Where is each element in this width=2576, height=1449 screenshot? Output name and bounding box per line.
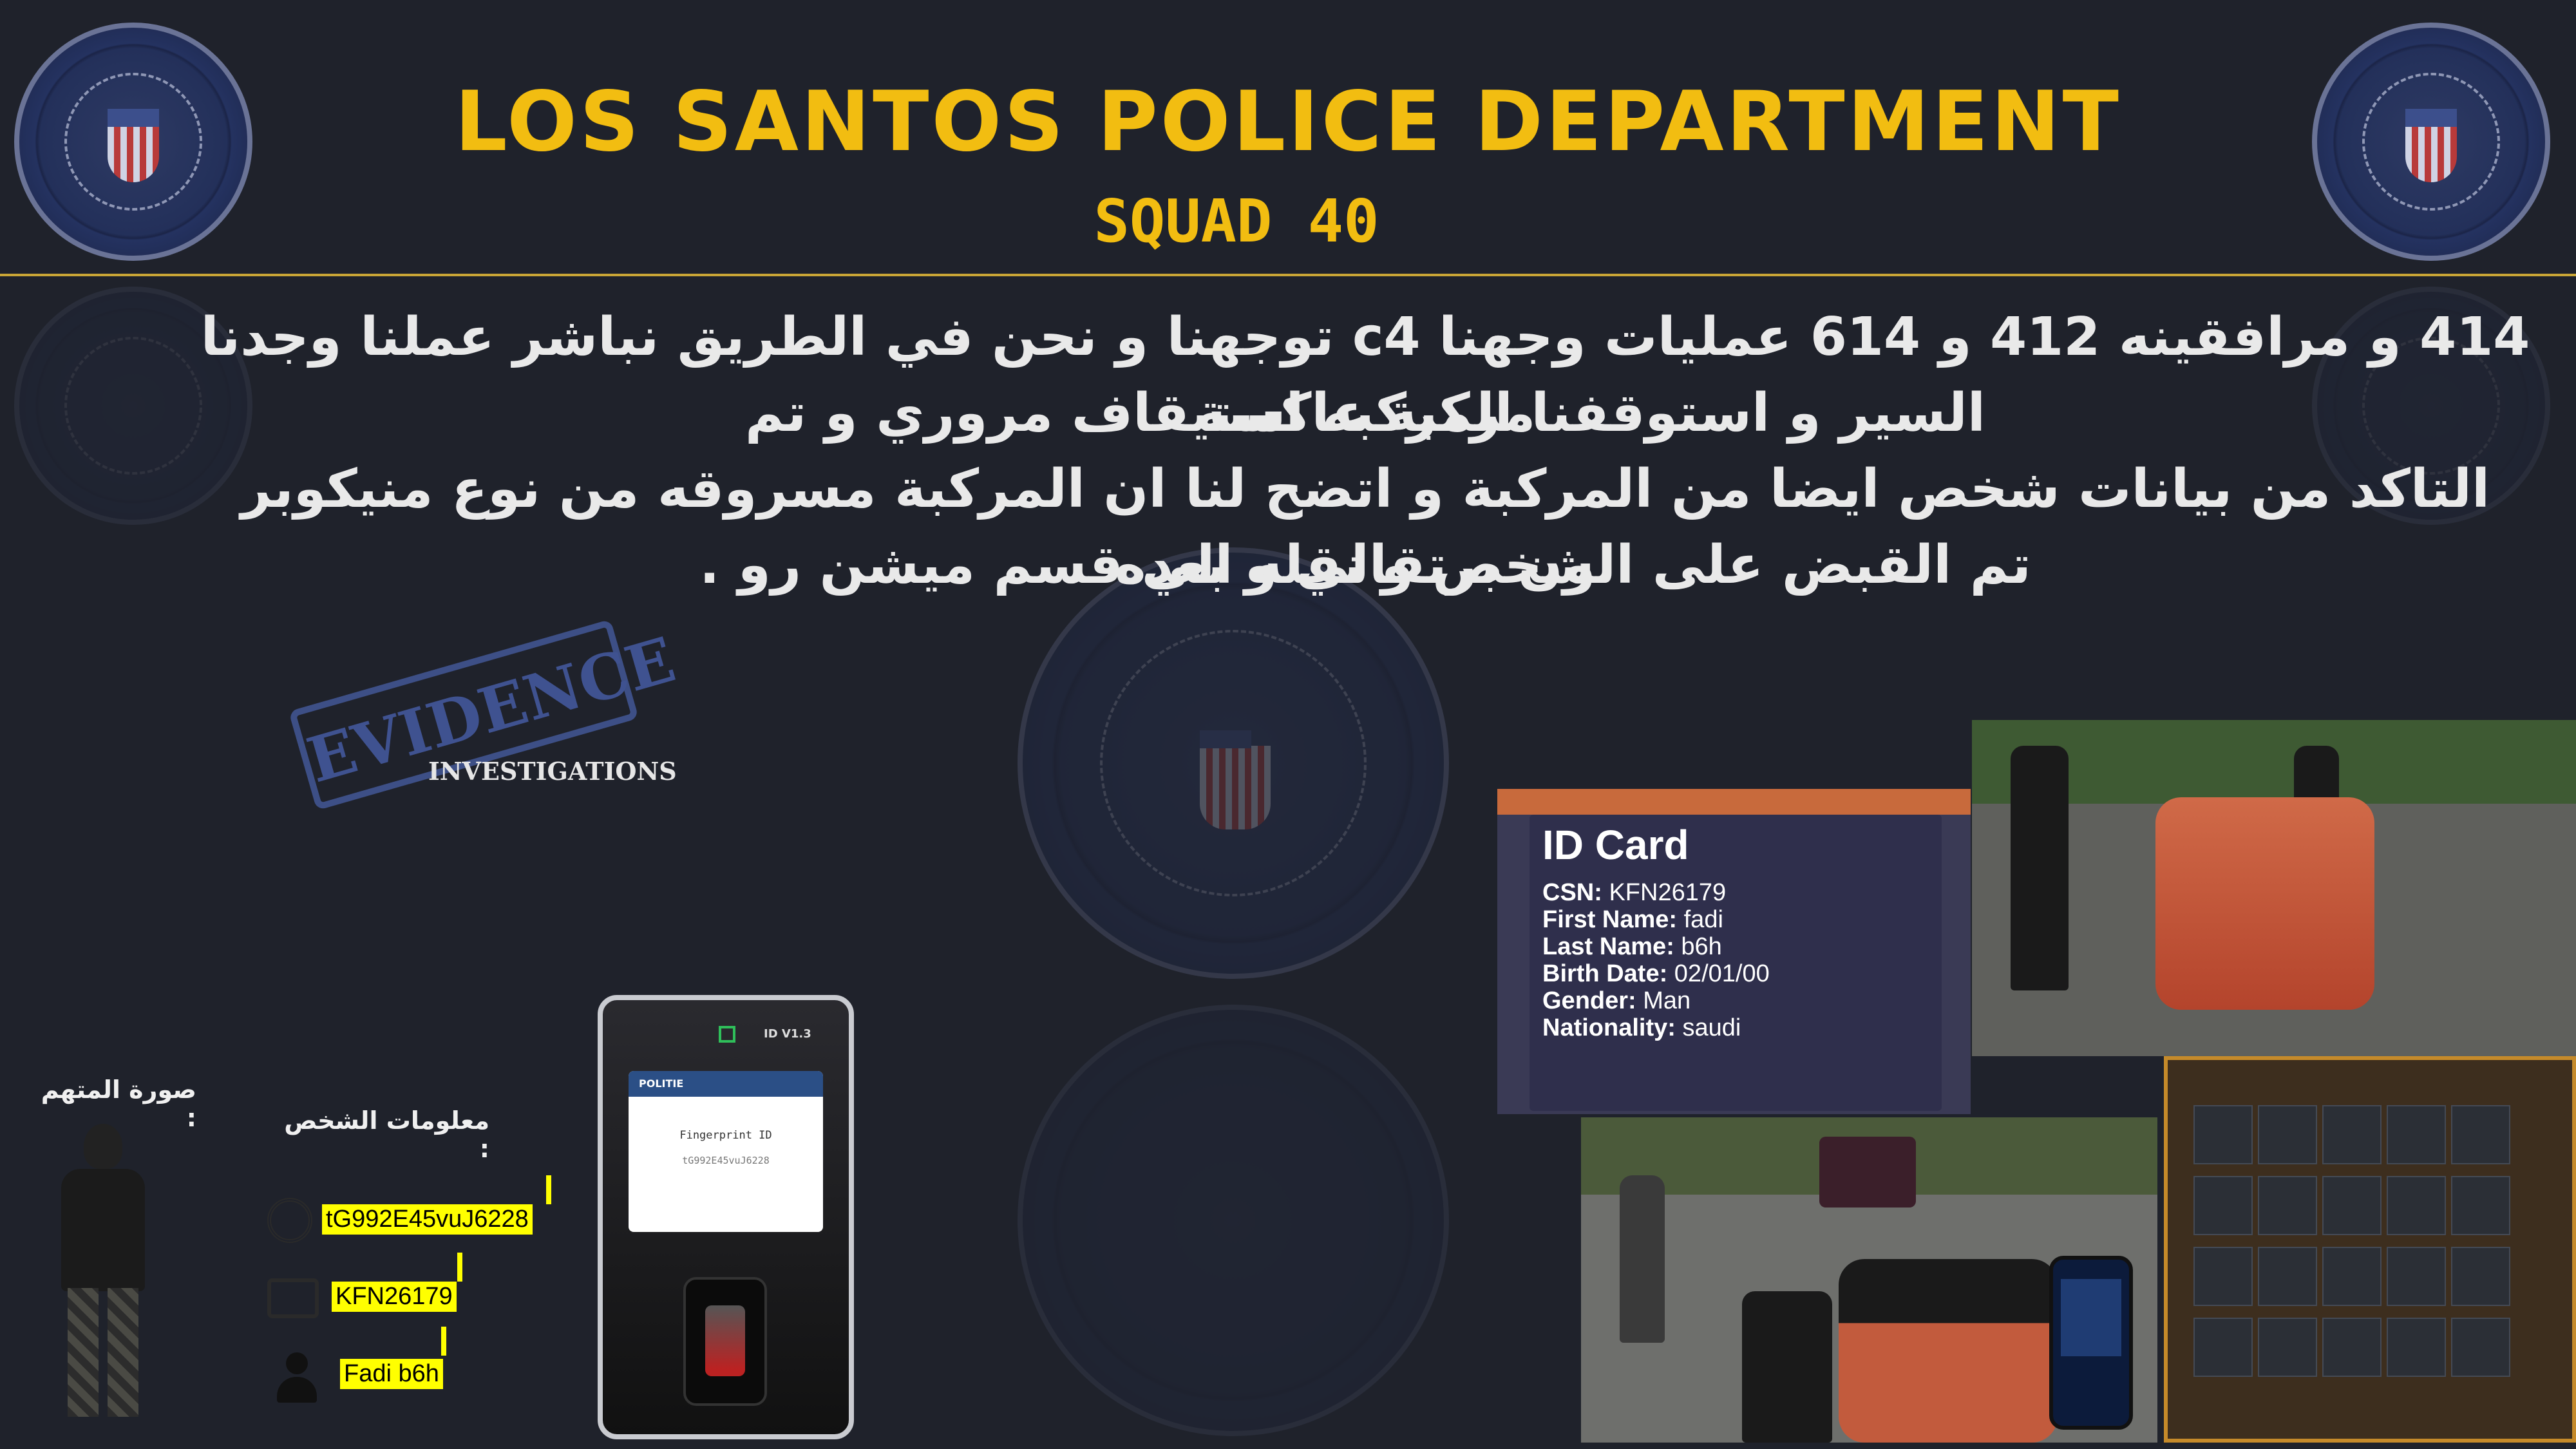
fingerprint-value: tG992E45vuJ6228: [322, 1204, 533, 1235]
id-card-value: 02/01/00: [1674, 960, 1770, 987]
id-card-value: saudi: [1682, 1014, 1741, 1041]
scanner-status-led: [719, 1026, 735, 1043]
name-tag-pointer: [441, 1327, 446, 1356]
page-subtitle: SQUAD 40: [1094, 187, 1379, 256]
watermark-seal-reflection: [1018, 1005, 1449, 1436]
inventory-screenshot: [2164, 1056, 2576, 1443]
page-title: LOS SANTOS POLICE DEPARTMENT: [455, 74, 2121, 170]
id-card-label: Birth Date:: [1542, 960, 1668, 987]
id-card-row: Nationality: saudi: [1542, 1014, 1741, 1042]
csn-tag-pointer: [457, 1253, 462, 1282]
scanner-model: ID V1.3: [764, 1027, 811, 1041]
suspect-photo: [42, 1124, 164, 1426]
id-card-value: Man: [1643, 987, 1691, 1014]
csn-value: KFN26179: [332, 1282, 457, 1312]
id-card-value: fadi: [1683, 906, 1723, 933]
traffic-stop-screenshot: [1972, 720, 2576, 1056]
id-card-panel: ID Card CSN: KFN26179 First Name: fadi L…: [1530, 815, 1942, 1111]
id-card-row: First Name: fadi: [1542, 906, 1723, 934]
id-card-row: Birth Date: 02/01/00: [1542, 960, 1770, 988]
report-line-2: السير و استوقفنا المركبه استيقاف مروري و…: [745, 383, 1985, 444]
id-card-icon: [267, 1278, 319, 1318]
fingerprint-scanner: ID V1.3 POLITIE Fingerprint ID tG992E45v…: [598, 995, 854, 1439]
scanner-screen-value: tG992E45vuJ6228: [682, 1155, 770, 1166]
id-card-row: CSN: KFN26179: [1542, 879, 1726, 907]
id-card-screenshot: ID Card CSN: KFN26179 First Name: fadi L…: [1497, 789, 1971, 1114]
scanner-sensor: [683, 1277, 767, 1406]
id-card-label: Last Name:: [1542, 933, 1674, 960]
id-card-label: CSN:: [1542, 879, 1602, 906]
id-card-label: Nationality:: [1542, 1014, 1676, 1041]
watermark-seal-center: [1018, 547, 1449, 979]
id-card-row: Gender: Man: [1542, 987, 1690, 1015]
evidence-caption: INVESTIGATIONS: [428, 757, 677, 786]
report-line-4: تم القبض على الشخص و نقله الي قسم ميشن ر…: [699, 535, 2031, 596]
id-card-label: First Name:: [1542, 906, 1678, 933]
name-value: Fadi b6h: [340, 1359, 443, 1389]
suspect-info-label: معلومات الشخص :: [284, 1106, 489, 1163]
person-icon: [277, 1352, 317, 1403]
id-card-value: KFN26179: [1609, 879, 1727, 906]
phone-screenshot: [2049, 1256, 2133, 1430]
scanner-screen: POLITIE Fingerprint ID tG992E45vuJ6228: [629, 1071, 823, 1232]
id-card-value: b6h: [1681, 933, 1722, 960]
scanner-screen-title: Fingerprint ID: [679, 1129, 772, 1142]
id-card-label: Gender:: [1542, 987, 1636, 1014]
header-divider: [0, 274, 2576, 276]
id-card-row: Last Name: b6h: [1542, 933, 1722, 961]
fingerprint-icon: [267, 1198, 312, 1243]
fingerprint-tag-pointer: [546, 1175, 551, 1204]
scanner-brand: POLITIE: [629, 1071, 823, 1097]
id-card-title: ID Card: [1542, 822, 1689, 868]
